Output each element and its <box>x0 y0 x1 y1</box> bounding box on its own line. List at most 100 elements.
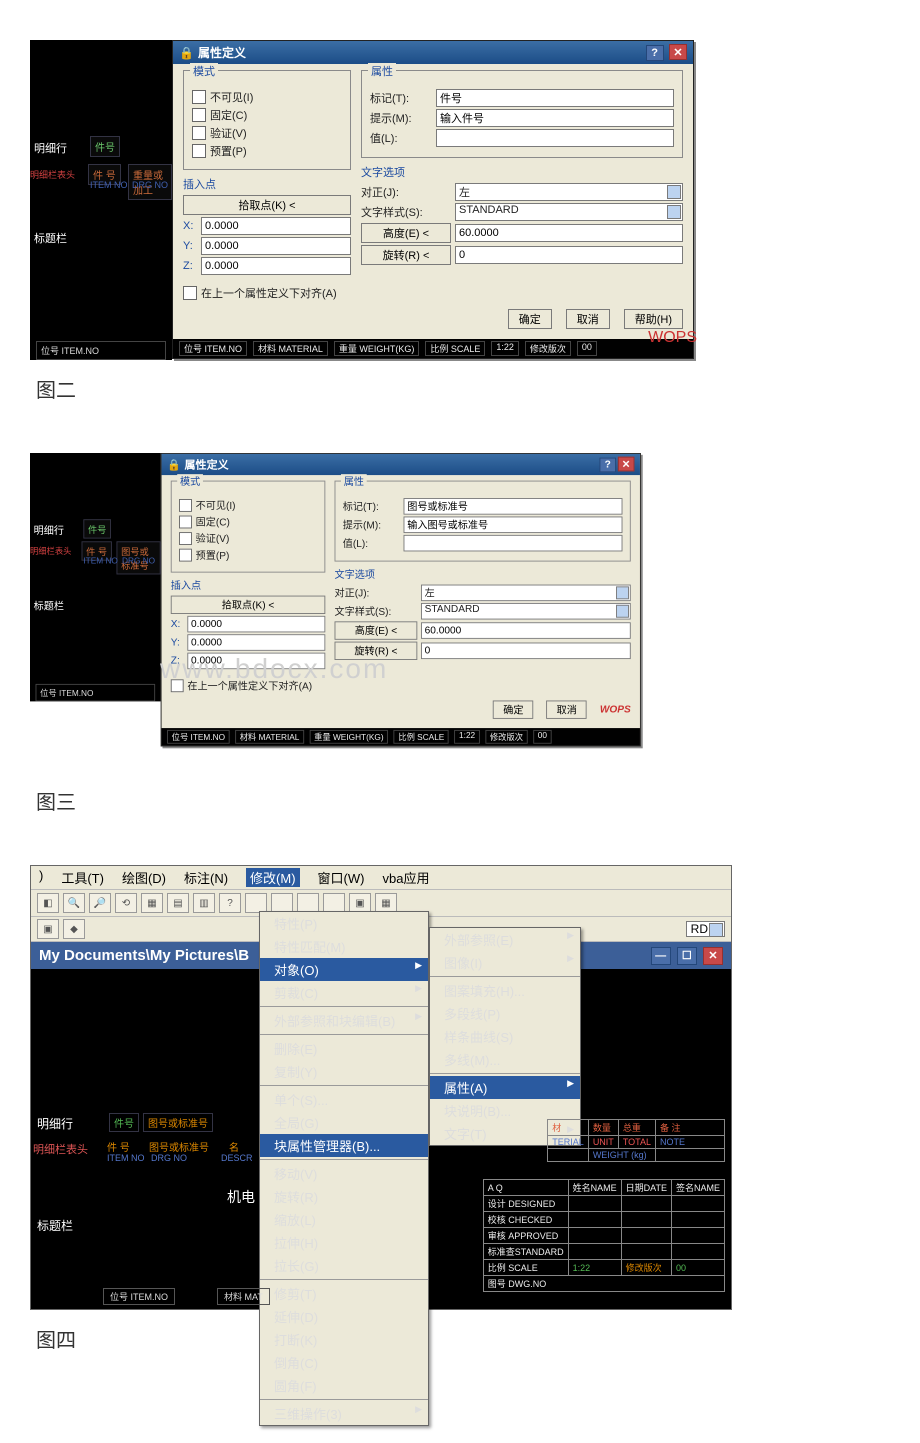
toolbar-button[interactable]: ⟲ <box>115 893 137 913</box>
menu-item[interactable]: 单个(S)... <box>260 1088 428 1111</box>
toolbar-button[interactable]: 🔎 <box>89 893 111 913</box>
invisible-checkbox[interactable] <box>179 499 192 512</box>
toolbar-button[interactable] <box>297 893 319 913</box>
drawing-area[interactable]: 特性(P)特性匹配(M)对象(O)剪裁(C)外部参照和块编辑(B)删除(E)复制… <box>31 969 731 1309</box>
menu-item[interactable]: 打断(K) <box>260 1328 428 1351</box>
submenu-item[interactable]: 多段线(P) <box>430 1002 580 1025</box>
x-input[interactable] <box>187 616 325 633</box>
dialog-titlebar[interactable]: 🔒属性定义 ? ✕ <box>173 41 693 64</box>
verify-checkbox[interactable] <box>192 126 206 140</box>
toolbar-button[interactable]: ? <box>219 893 241 913</box>
pick-point-button[interactable]: 拾取点(K) < <box>171 596 326 614</box>
close-icon[interactable]: ✕ <box>618 457 635 472</box>
menu-item[interactable]: 倒角(C) <box>260 1351 428 1374</box>
menu-modify[interactable]: 修改(M) <box>246 868 300 887</box>
menu-item[interactable]: 旋转(R) <box>260 1185 428 1208</box>
cell-item-no[interactable]: 件号 <box>83 519 111 538</box>
menu-item[interactable]: 全局(G) <box>260 1111 428 1134</box>
maximize-icon[interactable]: ☐ <box>677 947 697 965</box>
close-icon[interactable]: ✕ <box>703 947 723 965</box>
tool-icon[interactable]: ◆ <box>63 919 85 939</box>
constant-checkbox[interactable] <box>192 108 206 122</box>
toolbar-button[interactable]: ▥ <box>193 893 215 913</box>
tag-input[interactable] <box>436 89 674 107</box>
y-input[interactable] <box>201 237 351 255</box>
justify-combo[interactable]: 左 <box>455 183 683 201</box>
menu-item[interactable]: 剪裁(C) <box>260 981 428 1004</box>
menu-item[interactable]: 拉长(G) <box>260 1254 428 1277</box>
menu-tools[interactable]: 工具(T) <box>61 868 104 887</box>
rotation-input[interactable] <box>455 246 683 264</box>
cell-drg-no[interactable]: 图号或标准号 <box>143 1113 213 1132</box>
height-button[interactable]: 高度(E) < <box>335 621 418 639</box>
cancel-button[interactable]: 取消 <box>546 700 586 718</box>
height-input[interactable] <box>421 622 631 639</box>
submenu-item[interactable]: 外部参照(E) <box>430 928 580 951</box>
verify-checkbox[interactable] <box>179 532 192 545</box>
constant-checkbox[interactable] <box>179 516 192 529</box>
pick-point-button[interactable]: 拾取点(K) < <box>183 195 351 215</box>
menu-item[interactable]: 对象(O) <box>260 958 428 981</box>
ok-button[interactable]: 确定 <box>493 700 533 718</box>
menu-item[interactable]: 特性匹配(M) <box>260 935 428 958</box>
preset-checkbox[interactable] <box>192 144 206 158</box>
z-input[interactable] <box>187 653 325 670</box>
submenu-item[interactable]: 样条曲线(S) <box>430 1025 580 1048</box>
help-icon[interactable]: ? <box>599 457 616 472</box>
x-input[interactable] <box>201 217 351 235</box>
dialog-titlebar[interactable]: 🔒属性定义 ?✕ <box>162 454 640 475</box>
cell-item-no[interactable]: 件号 <box>90 136 120 157</box>
menu-item[interactable]: 拉伸(H) <box>260 1231 428 1254</box>
menu-item[interactable]: 块属性管理器(B)... <box>260 1134 428 1157</box>
toolbar-button[interactable]: ◧ <box>37 893 59 913</box>
submenu-item[interactable]: 图像(I) <box>430 951 580 974</box>
help-icon[interactable]: ? <box>646 45 664 61</box>
toolbar-button[interactable] <box>271 893 293 913</box>
menu-item[interactable]: 延伸(D) <box>260 1305 428 1328</box>
cell-item-no[interactable]: 件号 <box>109 1113 139 1132</box>
menu-item[interactable]: 特性(P) <box>260 912 428 935</box>
menu-window[interactable]: 窗口(W) <box>318 868 365 887</box>
z-input[interactable] <box>201 257 351 275</box>
toolbar-button[interactable]: ▤ <box>167 893 189 913</box>
submenu-item[interactable]: 属性(A) <box>430 1076 580 1099</box>
minimize-icon[interactable]: — <box>651 947 671 965</box>
menu-item[interactable]: 三维操作(3) <box>260 1402 428 1425</box>
cancel-button[interactable]: 取消 <box>566 309 610 329</box>
submenu-item[interactable]: 多线(M)... <box>430 1048 580 1071</box>
rotation-button[interactable]: 旋转(R) < <box>361 245 451 265</box>
toolbar-button[interactable] <box>245 893 267 913</box>
layer-combo[interactable]: RD <box>686 921 725 937</box>
justify-combo[interactable]: 左 <box>421 585 631 602</box>
align-below-checkbox[interactable] <box>183 286 197 300</box>
toolbar-button[interactable]: 🔍 <box>63 893 85 913</box>
menu-dimension[interactable]: 标注(N) <box>184 868 228 887</box>
rotation-input[interactable] <box>421 643 631 660</box>
close-icon[interactable]: ✕ <box>669 44 687 60</box>
height-button[interactable]: 高度(E) < <box>361 223 451 243</box>
menu-draw[interactable]: 绘图(D) <box>122 868 166 887</box>
toolbar-button[interactable] <box>323 893 345 913</box>
menu-item[interactable]: 移动(V) <box>260 1162 428 1185</box>
menu-item[interactable]: 外部参照和块编辑(B) <box>260 1009 428 1032</box>
menu-item[interactable]: 删除(E) <box>260 1037 428 1060</box>
submenu-item[interactable]: 图案填充(H)... <box>430 979 580 1002</box>
textstyle-combo[interactable]: STANDARD <box>455 203 683 221</box>
menu-item[interactable]: 圆角(F) <box>260 1374 428 1397</box>
menu-item[interactable]: 缩放(L) <box>260 1208 428 1231</box>
value-input[interactable] <box>436 129 674 147</box>
height-input[interactable] <box>455 224 683 242</box>
invisible-checkbox[interactable] <box>192 90 206 104</box>
prompt-input[interactable] <box>436 109 674 127</box>
help-button[interactable]: 帮助(H) <box>624 309 683 329</box>
toolbar-button[interactable]: ▦ <box>375 893 397 913</box>
y-input[interactable] <box>187 634 325 651</box>
toolbar-button[interactable]: ▣ <box>349 893 371 913</box>
textstyle-combo[interactable]: STANDARD <box>421 603 631 620</box>
rotation-button[interactable]: 旋转(R) < <box>335 642 418 660</box>
align-below-checkbox[interactable] <box>171 679 184 692</box>
preset-checkbox[interactable] <box>179 549 192 562</box>
ok-button[interactable]: 确定 <box>508 309 552 329</box>
prompt-input[interactable] <box>404 516 623 533</box>
tool-icon[interactable]: ▣ <box>37 919 59 939</box>
